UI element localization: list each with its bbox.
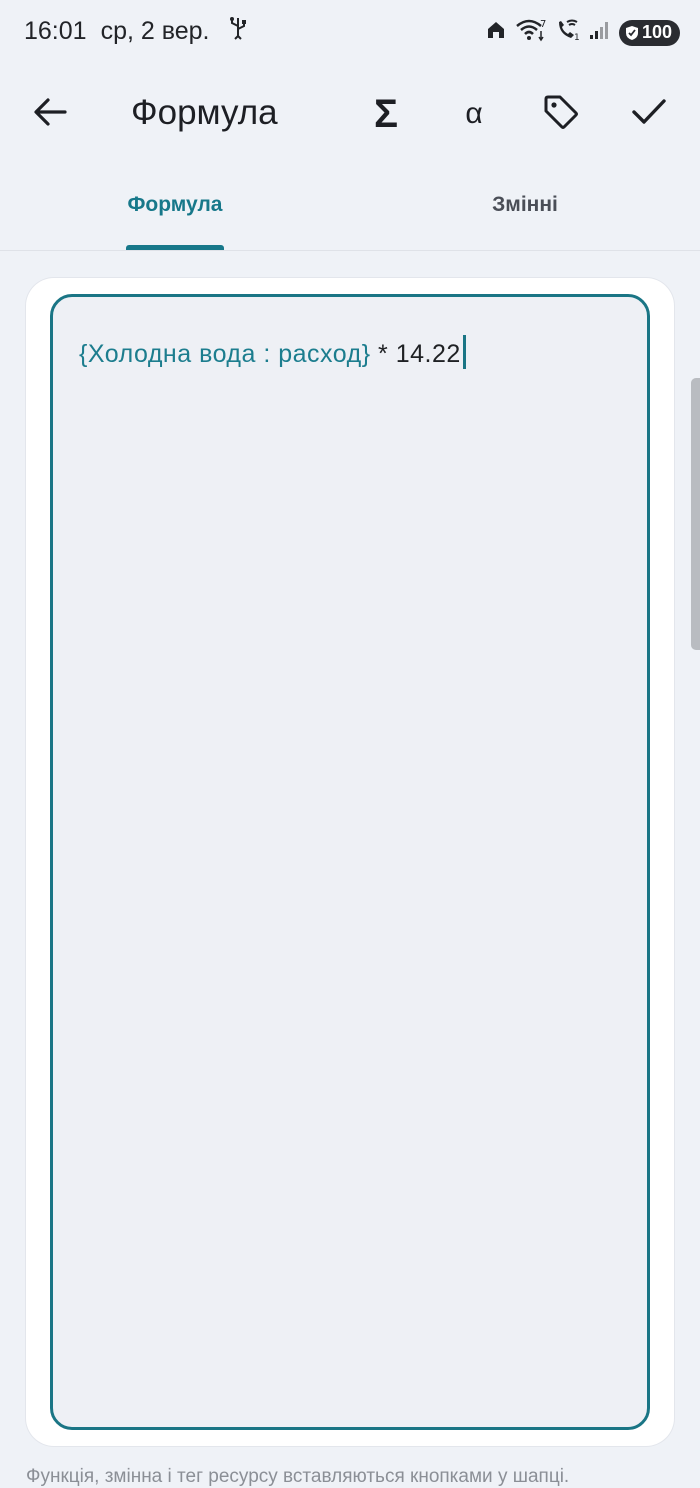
top-app-bar: Формула Σ α bbox=[0, 68, 700, 160]
tab-bar: Формула Змінні bbox=[0, 160, 700, 251]
status-time: 16:01 bbox=[24, 17, 87, 45]
insert-variable-button[interactable]: α bbox=[444, 84, 504, 144]
formula-card: {Холодна вода : расход} * 14.22 bbox=[26, 278, 674, 1446]
battery-level: 100 bbox=[641, 22, 672, 42]
sigma-icon: Σ bbox=[373, 92, 398, 136]
insert-tag-button[interactable] bbox=[531, 84, 591, 144]
tab-formula-label: Формула bbox=[127, 193, 223, 216]
alpha-icon: α bbox=[465, 97, 483, 130]
page-title: Формула bbox=[131, 93, 278, 132]
tag-icon bbox=[542, 93, 580, 136]
status-bar: 16:01 ср, 2 вер. 7 1 100 bbox=[0, 0, 700, 68]
helper-text: Функція, змінна і тег ресурсу вставляють… bbox=[26, 1466, 570, 1487]
tab-variables-label: Змінні bbox=[492, 193, 558, 216]
text-caret bbox=[462, 335, 466, 369]
svg-text:1: 1 bbox=[574, 33, 580, 42]
tab-indicator bbox=[126, 245, 224, 250]
status-date: ср, 2 вер. bbox=[100, 17, 210, 45]
usb-icon bbox=[229, 16, 247, 47]
battery-icon: 100 bbox=[618, 19, 680, 46]
formula-editor[interactable]: {Холодна вода : расход} * 14.22 bbox=[50, 294, 650, 1430]
tab-formula[interactable]: Формула bbox=[0, 160, 350, 250]
variable-token[interactable]: {Холодна вода : расход} bbox=[79, 340, 371, 368]
home-icon bbox=[485, 19, 507, 46]
status-left: 16:01 ср, 2 вер. bbox=[24, 16, 247, 47]
insert-function-button[interactable]: Σ bbox=[356, 84, 416, 144]
wifi-call-icon: 1 bbox=[555, 18, 581, 47]
svg-text:7: 7 bbox=[540, 19, 546, 30]
back-button[interactable] bbox=[20, 84, 80, 144]
status-right: 7 1 100 bbox=[485, 18, 680, 47]
save-button[interactable] bbox=[619, 84, 679, 144]
back-arrow-icon bbox=[33, 97, 67, 132]
scrollbar[interactable] bbox=[691, 378, 700, 650]
check-icon bbox=[632, 98, 666, 131]
tab-variables[interactable]: Змінні bbox=[350, 160, 700, 250]
signal-icon bbox=[589, 19, 611, 46]
wifi-icon: 7 bbox=[515, 18, 547, 47]
formula-expression: * 14.22 bbox=[370, 340, 461, 368]
